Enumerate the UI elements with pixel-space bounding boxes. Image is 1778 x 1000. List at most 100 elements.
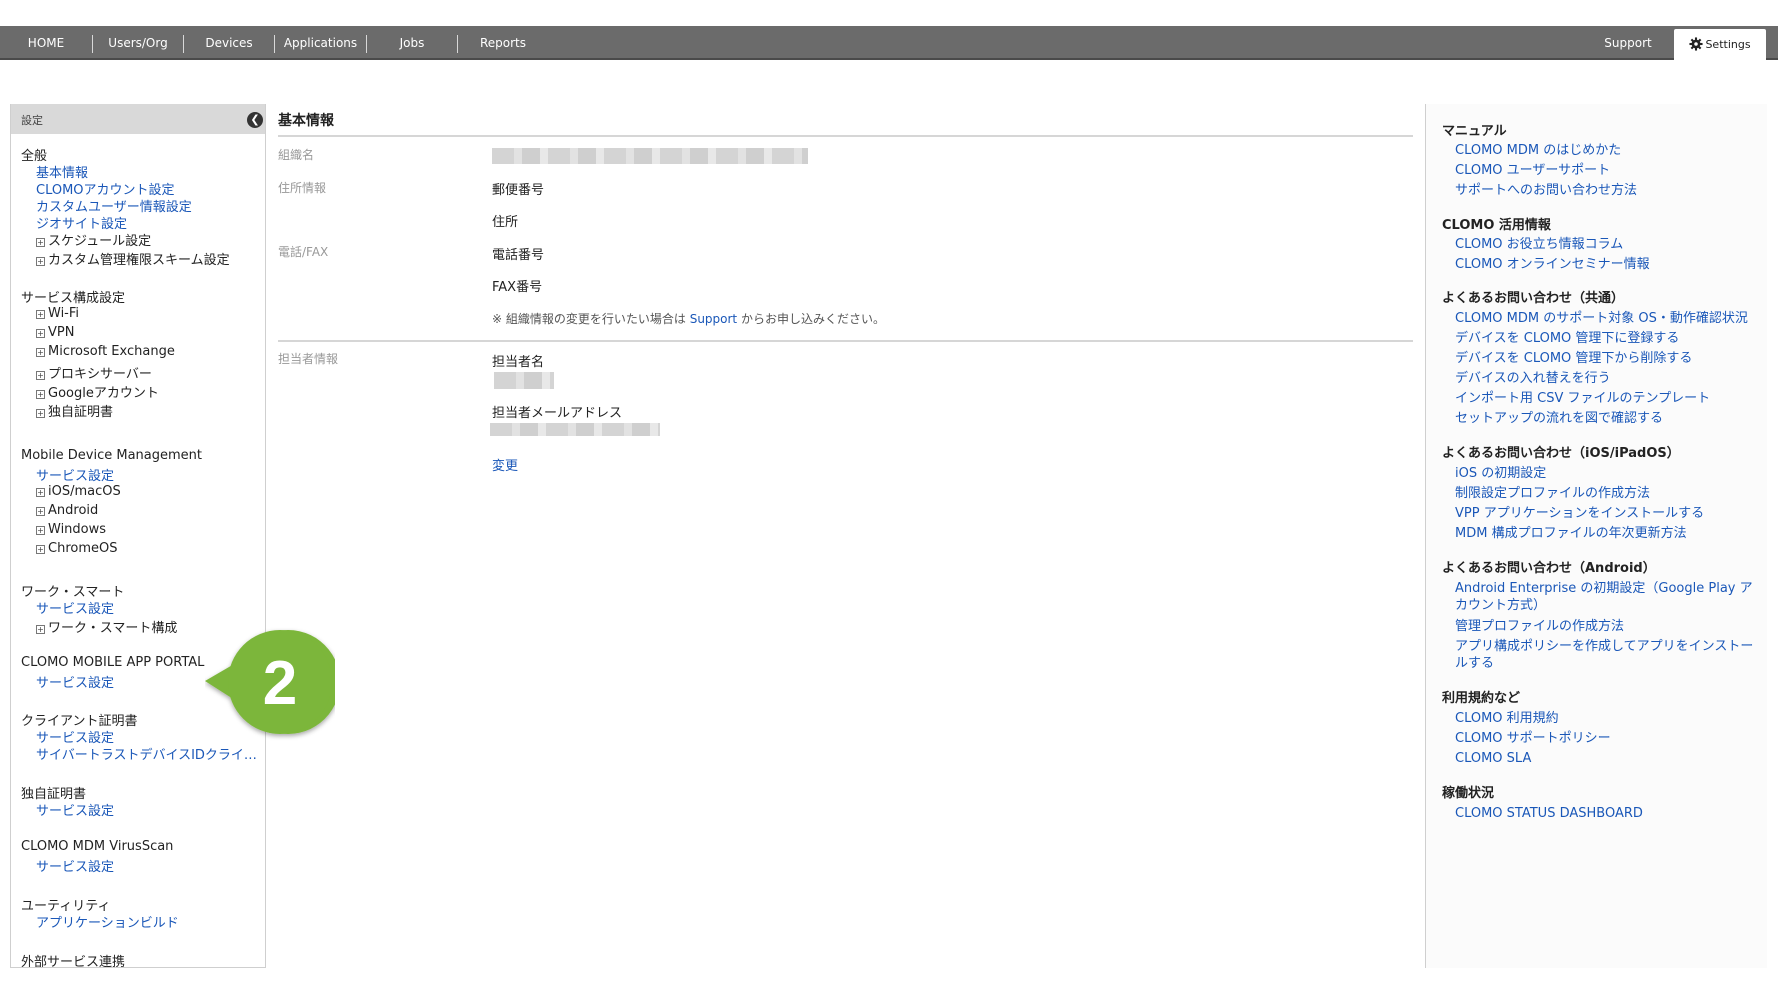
postal-code-label: 郵便番号 (492, 183, 545, 198)
expand-icon[interactable]: + (36, 390, 45, 399)
collapse-sidebar-button[interactable]: ❮ (247, 112, 263, 128)
help-link[interactable]: CLOMO ユーザーサポート (1455, 162, 1755, 179)
help-heading-faq-common: よくあるお問い合わせ（共通） (1442, 291, 1625, 306)
help-link[interactable]: アプリ構成ポリシーを作成してアプリをインストールする (1455, 638, 1755, 672)
sidebar-tree-wifi[interactable]: + Wi-Fi (36, 306, 79, 321)
nav-users-org[interactable]: Users/Org (93, 26, 183, 60)
help-link[interactable]: CLOMO サポートポリシー (1455, 730, 1755, 747)
help-link[interactable]: デバイスを CLOMO 管理下から削除する (1455, 350, 1755, 367)
expand-icon[interactable]: + (36, 545, 45, 554)
sidebar-link-work-smart-service[interactable]: サービス設定 (36, 598, 114, 617)
section-heading-virusscan: CLOMO MDM VirusScan (21, 839, 174, 854)
org-name-label: 組織名 (278, 148, 315, 162)
sidebar-title: 設定 (21, 114, 43, 127)
expand-icon[interactable]: + (36, 348, 45, 357)
contact-info-label: 担当者情報 (278, 352, 339, 366)
support-link[interactable]: Support (690, 312, 737, 326)
sidebar-tree-custom-permission[interactable]: + カスタム管理権限スキーム設定 (36, 249, 230, 268)
nav-home[interactable]: HOME (0, 26, 92, 60)
expand-icon[interactable]: + (36, 507, 45, 516)
change-notice: ※ 組織情報の変更を行いたい場合は Support からお申し込みください。 (492, 310, 885, 327)
expand-icon[interactable]: + (36, 488, 45, 497)
help-heading-usage: CLOMO 活用情報 (1442, 218, 1551, 233)
sidebar-link-virusscan-service[interactable]: サービス設定 (36, 856, 114, 875)
nav-devices[interactable]: Devices (184, 26, 274, 60)
sidebar-tree-vpn[interactable]: + VPN (36, 325, 74, 340)
nav-settings-label: Settings (1705, 38, 1751, 51)
tree-label: Microsoft Exchange (48, 344, 175, 359)
expand-icon[interactable]: + (36, 625, 45, 634)
help-link[interactable]: デバイスの入れ替えを行う (1455, 370, 1755, 387)
step-badge: 2 (205, 630, 335, 734)
expand-icon[interactable]: + (36, 371, 45, 380)
help-link[interactable]: 管理プロファイルの作成方法 (1455, 618, 1755, 635)
tree-label: VPN (48, 325, 75, 340)
help-link[interactable]: CLOMO MDM のサポート対象 OS・動作確認状況 (1455, 310, 1755, 327)
divider (278, 135, 1413, 137)
nav-support[interactable]: Support (1590, 26, 1666, 60)
sidebar-tree-schedule[interactable]: + スケジュール設定 (36, 230, 151, 249)
expand-icon[interactable]: + (36, 526, 45, 535)
help-link[interactable]: CLOMO MDM のはじめかた (1455, 142, 1755, 159)
change-link[interactable]: 変更 (492, 455, 518, 474)
help-link[interactable]: CLOMO STATUS DASHBOARD (1455, 805, 1755, 822)
sidebar-link-own-cert-service[interactable]: サービス設定 (36, 800, 114, 819)
nav-jobs[interactable]: Jobs (367, 26, 457, 60)
expand-icon[interactable]: + (36, 257, 45, 266)
address-label: 住所 (492, 215, 519, 230)
help-link[interactable]: iOS の初期設定 (1455, 465, 1755, 482)
help-link[interactable]: MDM 構成プロファイルの年次更新方法 (1455, 525, 1755, 542)
tree-label: ChromeOS (48, 541, 118, 556)
sidebar-link-app-portal-service[interactable]: サービス設定 (36, 672, 114, 691)
help-link[interactable]: 制限設定プロファイルの作成方法 (1455, 485, 1755, 502)
help-link[interactable]: サポートへのお問い合わせ方法 (1455, 182, 1755, 199)
help-link[interactable]: デバイスを CLOMO 管理下に登録する (1455, 330, 1755, 347)
help-panel: マニュアル CLOMO MDM のはじめかた CLOMO ユーザーサポート サポ… (1425, 104, 1767, 968)
contact-email-label: 担当者メールアドレス (492, 406, 623, 421)
sidebar-tree-proxy[interactable]: + プロキシサーバー (36, 363, 152, 382)
nav-settings[interactable]: Settings (1674, 29, 1766, 60)
sidebar-tree-own-cert[interactable]: + 独自証明書 (36, 401, 113, 420)
contact-name-value-redacted (494, 372, 554, 389)
address-info-label: 住所情報 (278, 181, 327, 195)
sidebar-tree-exchange[interactable]: + Microsoft Exchange (36, 344, 175, 359)
expand-icon[interactable]: + (36, 329, 45, 338)
tree-label: Windows (48, 522, 107, 537)
tree-label: ワーク・スマート構成 (48, 621, 178, 636)
help-link[interactable]: CLOMO SLA (1455, 750, 1755, 767)
help-link[interactable]: VPP アプリケーションをインストールする (1455, 505, 1755, 522)
notice-suffix: からお申し込みください。 (740, 312, 885, 326)
sidebar-link-app-build[interactable]: アプリケーションビルド (36, 912, 179, 931)
nav-reports[interactable]: Reports (458, 26, 548, 60)
help-link[interactable]: CLOMO オンラインセミナー情報 (1455, 256, 1755, 273)
divider (278, 340, 1413, 342)
contact-email-value-redacted (490, 423, 660, 436)
top-nav: HOME Users/Org Devices Applications Jobs… (0, 26, 1778, 60)
expand-icon[interactable]: + (36, 409, 45, 418)
sidebar-link-mdm-service[interactable]: サービス設定 (36, 465, 114, 484)
gear-icon (1689, 37, 1703, 51)
help-link[interactable]: セットアップの流れを図で確認する (1455, 410, 1755, 427)
tree-label: スケジュール設定 (48, 234, 152, 249)
sidebar-tree-windows[interactable]: + Windows (36, 522, 106, 537)
help-link[interactable]: インポート用 CSV ファイルのテンプレート (1455, 390, 1755, 407)
sidebar-tree-chromeos[interactable]: + ChromeOS (36, 541, 117, 556)
help-heading-manual: マニュアル (1442, 124, 1507, 139)
sidebar-tree-android[interactable]: + Android (36, 503, 98, 518)
expand-icon[interactable]: + (36, 310, 45, 319)
help-link[interactable]: CLOMO 利用規約 (1455, 710, 1755, 727)
settings-sidebar: 設定 ❮ 全般 基本情報 CLOMOアカウント設定 カスタムユーザー情報設定 ジ… (10, 104, 266, 968)
sidebar-tree-work-smart-config[interactable]: + ワーク・スマート構成 (36, 617, 177, 636)
help-heading-faq-ios: よくあるお問い合わせ（iOS/iPadOS） (1442, 446, 1680, 461)
sidebar-tree-ios-macos[interactable]: + iOS/macOS (36, 484, 121, 499)
page-title: 基本情報 (278, 113, 334, 129)
help-link[interactable]: CLOMO お役立ち情報コラム (1455, 236, 1755, 253)
section-heading-app-portal: CLOMO MOBILE APP PORTAL (21, 655, 205, 670)
tree-label: Googleアカウント (48, 386, 159, 401)
nav-applications[interactable]: Applications (275, 26, 366, 60)
fax-number-label: FAX番号 (492, 280, 543, 295)
expand-icon[interactable]: + (36, 238, 45, 247)
sidebar-tree-google-account[interactable]: + Googleアカウント (36, 382, 159, 401)
tree-label: iOS/macOS (48, 484, 121, 499)
help-link[interactable]: Android Enterprise の初期設定（Google Play アカウ… (1455, 580, 1755, 614)
